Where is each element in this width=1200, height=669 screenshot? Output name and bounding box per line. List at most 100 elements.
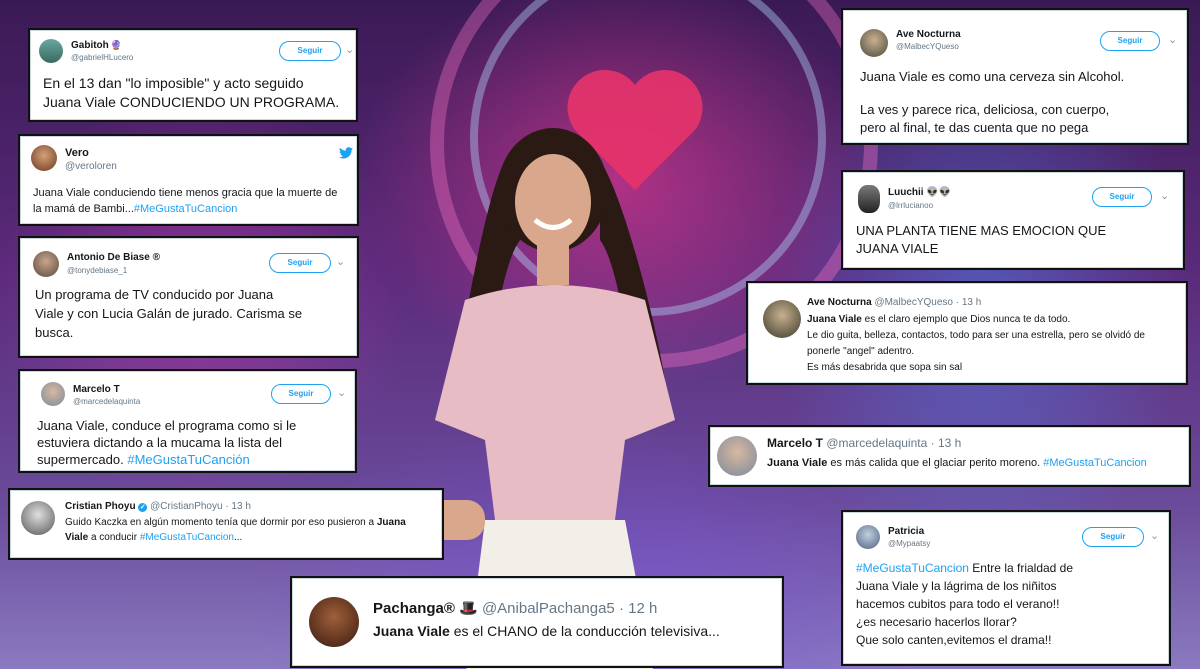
avatar[interactable] <box>39 39 63 63</box>
tweet-text-line: ¿es necesario hacerlos llorar? <box>856 615 1017 629</box>
tweet-card-patricia: Patricia @Mypaatsy Seguir ⌄ #MeGustaTuCa… <box>843 512 1169 664</box>
tweet-text-line: UNA PLANTA TIENE MAS EMOCION QUE <box>856 223 1107 238</box>
ellipsis: ... <box>234 532 243 543</box>
user-handle[interactable]: @veroloren <box>65 161 117 172</box>
user-name[interactable]: Antonio De Biase <box>67 252 150 263</box>
chevron-down-icon[interactable]: ⌄ <box>1168 33 1177 46</box>
user-handle[interactable]: @marcedelaquinta <box>826 436 927 450</box>
chevron-down-icon[interactable]: ⌄ <box>336 255 345 268</box>
tweet-text-line: pero al final, te das cuenta que no pega <box>860 120 1089 135</box>
bold-name: Juana Viale <box>807 314 862 325</box>
avatar[interactable] <box>21 501 55 535</box>
chevron-down-icon[interactable]: ⌄ <box>345 43 354 56</box>
tweet-text-line: hacemos cubitos para todo el verano!! <box>856 597 1060 611</box>
user-name[interactable]: Vero <box>65 147 89 159</box>
follow-button[interactable]: Seguir <box>1100 31 1160 51</box>
tweet-text-line: ponerle "angel" adentro. <box>807 346 915 357</box>
user-name[interactable]: Gabitoh <box>71 40 109 51</box>
registered-badge: ® <box>152 252 160 263</box>
twitter-bird-icon <box>339 147 353 159</box>
hashtag-link[interactable]: #MeGustaTuCancion <box>1043 457 1147 469</box>
timestamp[interactable]: · 13 h <box>956 297 982 308</box>
user-handle[interactable]: @MalbecYQueso <box>874 297 953 308</box>
tweet-card-gabitoh: Gabitoh 🔮 @gabrielHLucero Seguir ⌄ En el … <box>30 30 356 120</box>
follow-button[interactable]: Seguir <box>271 384 331 404</box>
tweet-text: es el claro ejemplo que Dios nunca te da… <box>864 314 1071 325</box>
tweet-text: es el CHANO de la conducción televisiva.… <box>453 623 720 639</box>
tweet-card-marcelo: Marcelo T @marcedelaquinta Seguir ⌄ Juan… <box>20 371 355 471</box>
follow-button[interactable]: Seguir <box>1082 527 1144 547</box>
user-name[interactable]: Marcelo T <box>73 384 120 395</box>
follow-button[interactable]: Seguir <box>279 41 341 61</box>
hashtag-link[interactable]: #MeGustaTuCancion <box>856 561 969 575</box>
user-handle[interactable]: @marcedelaquinta <box>73 397 140 406</box>
tweet-text-line: La ves y parece rica, deliciosa, con cue… <box>860 102 1110 117</box>
follow-button[interactable]: Seguir <box>269 253 331 273</box>
avatar[interactable] <box>717 436 757 476</box>
avatar[interactable] <box>41 382 65 406</box>
tweet-card-ave-nocturna: Ave Nocturna @MalbecYQueso Seguir ⌄ Juan… <box>843 10 1187 143</box>
user-name[interactable]: Pachanga® <box>373 600 455 617</box>
avatar[interactable] <box>856 525 880 549</box>
top-hat-icon: 🎩 <box>459 600 478 617</box>
user-handle[interactable]: @tonydebiase_1 <box>67 266 127 275</box>
user-name[interactable]: Cristian Phoyu <box>65 501 136 512</box>
hashtag-link[interactable]: #MeGustaTuCancion <box>140 532 234 543</box>
tweet-text-line: Juana Viale, conduce el programa como si… <box>37 418 297 433</box>
user-handle[interactable]: @MalbecYQueso <box>896 42 959 51</box>
tweet-text: Entre la frialdad de <box>972 561 1074 575</box>
user-handle[interactable]: @AnibalPachanga5 <box>482 600 615 617</box>
tweet-text: Guido Kaczka en algún momento tenía que … <box>65 517 375 528</box>
hashtag-link[interactable]: #MeGustaTuCancion <box>134 203 238 215</box>
tweet-text-line: Es más desabrida que sopa sin sal <box>807 362 963 373</box>
hashtag-link[interactable]: #MeGustaTuCanción <box>127 452 249 467</box>
timestamp[interactable]: · 13 h <box>225 501 251 512</box>
verified-icon: ✓ <box>138 503 148 512</box>
tweet-text-line: Juana Viale conduciendo tiene menos grac… <box>33 187 338 199</box>
chevron-down-icon[interactable]: ⌄ <box>337 386 346 399</box>
tweet-text: a conducir <box>90 532 138 543</box>
chevron-down-icon[interactable]: ⌄ <box>1150 529 1159 542</box>
user-handle[interactable]: @CristianPhoyu <box>150 501 222 512</box>
tweet-card-pachanga: Pachanga® 🎩 @AnibalPachanga5 · 12 h Juan… <box>292 578 782 666</box>
bold-name: Juana Viale <box>373 623 450 639</box>
avatar[interactable] <box>860 29 888 57</box>
timestamp[interactable]: · 12 h <box>619 600 657 617</box>
user-name[interactable]: Patricia <box>888 526 924 537</box>
follow-button[interactable]: Seguir <box>1092 187 1152 207</box>
user-name[interactable]: Ave Nocturna <box>896 29 961 40</box>
tweet-text-line: JUANA VIALE <box>856 241 939 256</box>
timestamp[interactable]: · 13 h <box>931 436 962 450</box>
chevron-down-icon[interactable]: ⌄ <box>1160 189 1169 202</box>
tweet-text-line: Juana Viale y la lágrima de los niñitos <box>856 579 1057 593</box>
tweet-card-ave-nocturna-2: Ave Nocturna @MalbecYQueso · 13 h Juana … <box>748 283 1186 383</box>
user-name[interactable]: Marcelo T <box>767 436 823 450</box>
user-name[interactable]: Ave Nocturna <box>807 297 872 308</box>
tweet-text: supermercado. <box>37 452 124 467</box>
purple-badge-icon: 🔮 <box>110 40 122 50</box>
user-handle[interactable]: @Mypaatsy <box>888 539 930 548</box>
tweet-text: la mamá de Bambi... <box>33 203 134 215</box>
avatar[interactable] <box>33 251 59 277</box>
user-name[interactable]: Luuchii <box>888 187 924 198</box>
tweet-text-line: En el 13 dan "lo imposible" y acto segui… <box>43 75 304 91</box>
user-handle[interactable]: @gabrielHLucero <box>71 53 133 62</box>
avatar[interactable] <box>309 597 359 647</box>
avatar[interactable] <box>858 185 880 213</box>
tweet-text-line: busca. <box>35 325 74 340</box>
tweet-text-line: Juana Viale es como una cerveza sin Alco… <box>860 69 1125 84</box>
tweet-card-antonio: Antonio De Biase ® @tonydebiase_1 Seguir… <box>20 238 357 356</box>
tweet-card-luuchii: Luuchii 👽👽 @lrrlucianoo Seguir ⌄ UNA PLA… <box>843 172 1183 268</box>
tweet-card-marcelo-2: Marcelo T @marcedelaquinta · 13 h Juana … <box>710 427 1189 485</box>
bold-name: Viale <box>65 532 89 543</box>
avatar[interactable] <box>763 300 801 338</box>
avatar[interactable] <box>31 145 57 171</box>
bold-name: Juana Viale <box>767 457 828 469</box>
tweet-text-line: estuviera dictando a la mucama la lista … <box>37 435 282 450</box>
tweet-text-line: Juana Viale CONDUCIENDO UN PROGRAMA. <box>43 94 340 110</box>
alien-icon: 👽👽 <box>926 187 952 198</box>
bold-name: Juana <box>376 517 406 528</box>
tweet-card-vero: Vero @veroloren Juana Viale conduciendo … <box>20 136 357 224</box>
tweet-text-line: Viale y con Lucia Galán de jurado. Caris… <box>35 306 303 321</box>
user-handle[interactable]: @lrrlucianoo <box>888 201 933 210</box>
